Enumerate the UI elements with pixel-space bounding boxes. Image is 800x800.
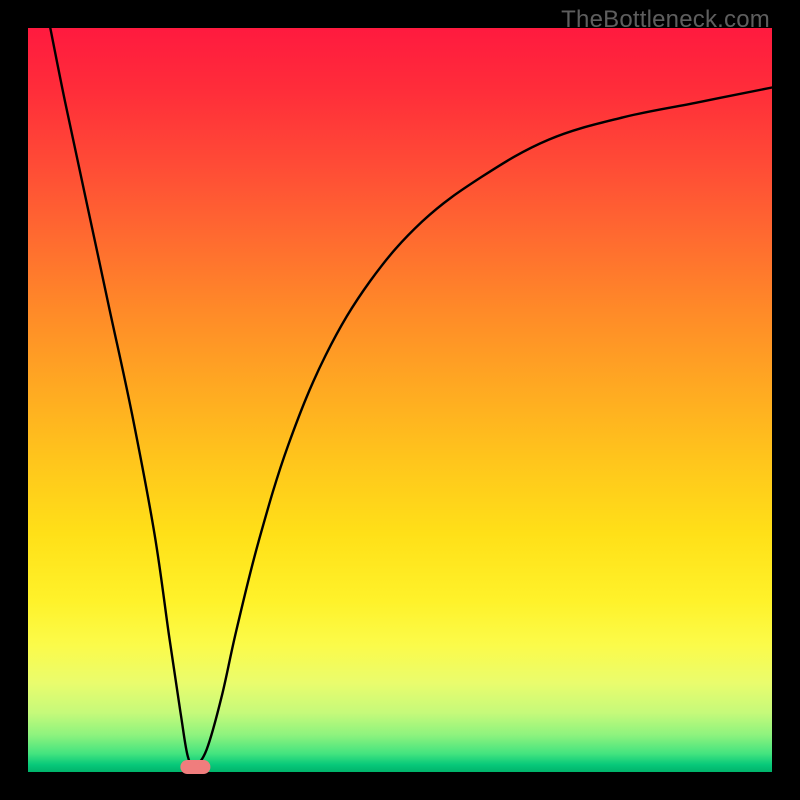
- marker-layer: [28, 28, 772, 772]
- optimal-marker: [180, 760, 210, 774]
- chart-frame: TheBottleneck.com: [0, 0, 800, 800]
- plot-area: [28, 28, 772, 772]
